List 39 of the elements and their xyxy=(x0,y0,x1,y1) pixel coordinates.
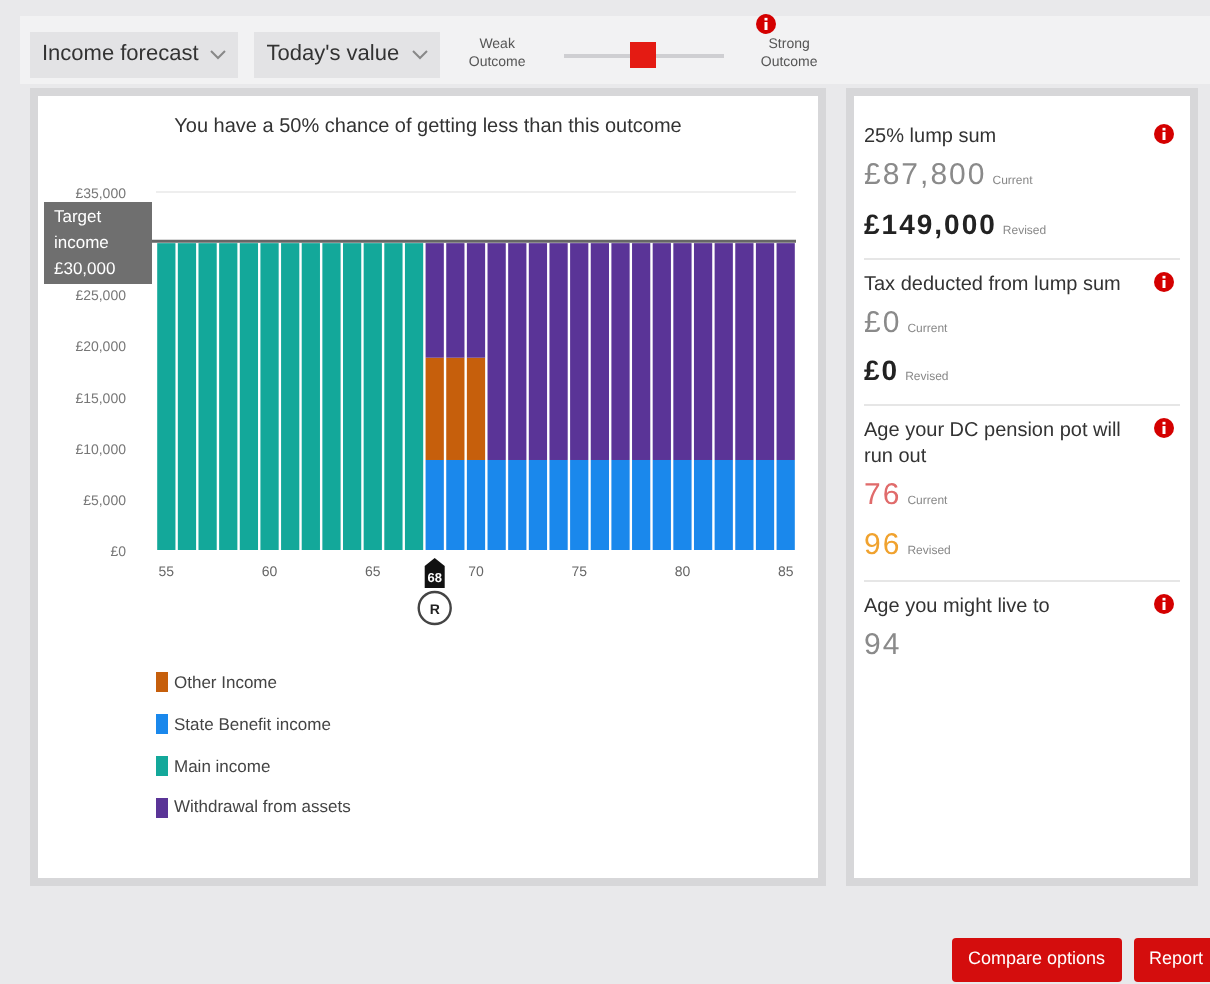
chevron-icon xyxy=(210,49,227,59)
item-title: 25% lump sum xyxy=(864,124,999,150)
legend-swatch xyxy=(156,797,168,818)
retirement-badge xyxy=(417,590,452,626)
retirement-marker xyxy=(424,558,445,588)
chevron-icon xyxy=(411,49,428,59)
chart-title: You have a 50% chance of getting less than this outcome xyxy=(172,114,684,140)
action-button[interactable]: Report xyxy=(1133,938,1210,982)
dropdown[interactable]: Today's value xyxy=(254,31,440,77)
value-text: £149,000 xyxy=(864,205,997,243)
info-icon[interactable] xyxy=(1154,594,1174,614)
value-text: 96 xyxy=(864,525,902,565)
dropdown[interactable]: Income forecast xyxy=(30,31,239,77)
target-tooltip: Target income £30,000 xyxy=(44,202,152,284)
slider-thumb[interactable] xyxy=(630,41,657,67)
value-text: 76 xyxy=(864,476,902,516)
legend-label: Withdrawal from assets xyxy=(174,794,351,820)
info-icon[interactable] xyxy=(1154,418,1174,438)
info-icon[interactable] xyxy=(1154,124,1174,144)
legend-label: Main income xyxy=(174,753,271,779)
info-icon[interactable] xyxy=(1154,271,1174,291)
legend-swatch xyxy=(156,714,168,735)
action-button[interactable]: Compare options xyxy=(952,938,1122,982)
item-title: Age your DC pension pot will run out xyxy=(864,418,1123,470)
item-title: Tax deducted from lump sum xyxy=(864,271,1123,297)
bar xyxy=(446,357,465,460)
legend-swatch xyxy=(156,755,168,776)
value-text: £0 xyxy=(864,352,900,390)
info-icon[interactable] xyxy=(756,14,776,34)
item-title: Age you might live to xyxy=(864,594,1052,620)
legend-label: State Benefit income xyxy=(174,711,331,737)
legend-label: Other Income xyxy=(174,670,277,696)
value-text: 94 xyxy=(864,626,902,666)
legend-swatch xyxy=(156,672,168,693)
value-text: £87,800 xyxy=(864,156,987,196)
bar xyxy=(446,243,465,358)
value-text: £0 xyxy=(864,303,902,343)
bar xyxy=(446,460,465,550)
slider-track[interactable] xyxy=(563,41,724,67)
